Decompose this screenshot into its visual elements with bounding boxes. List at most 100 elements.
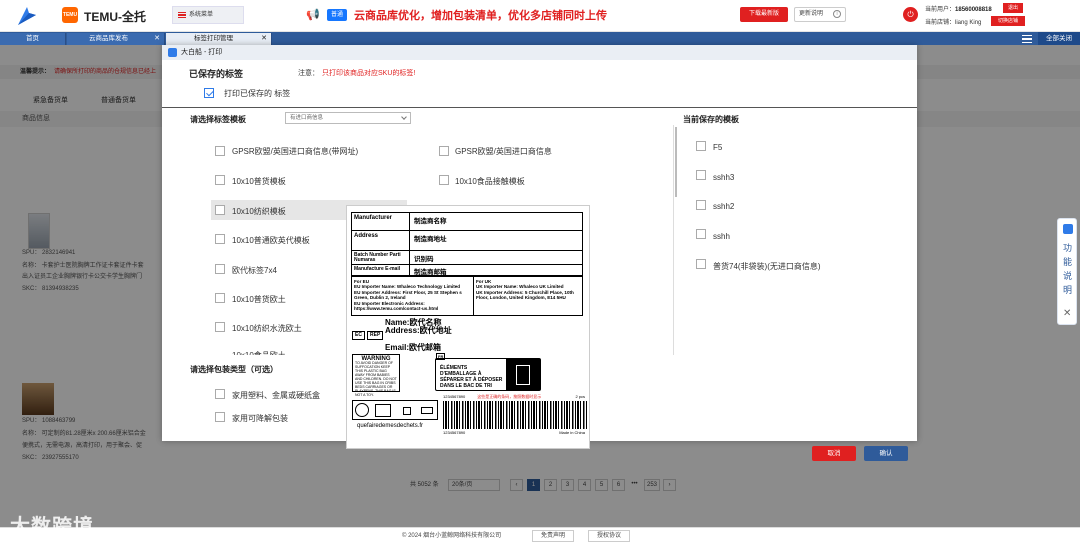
top-bar: TEMU TEMU-全托 系统菜单 📢 普通 云商品库优化，增加包装清单，优化多… [0, 0, 1080, 32]
recycle-bin-icon [506, 359, 540, 390]
disclaimer-button[interactable]: 免责声明 [532, 530, 575, 542]
print-saved-checkbox[interactable] [204, 88, 214, 98]
note-label: 注意： [298, 70, 319, 77]
row-value: 制造商名称 [414, 218, 447, 225]
template-checkbox[interactable] [215, 293, 225, 303]
template-checkbox[interactable] [215, 175, 225, 185]
tab-bar: 首页 云商品库发布 ✕ 标签打印管理 ✕ [0, 32, 1080, 45]
template-checkbox[interactable] [215, 146, 225, 156]
template-option[interactable]: 10x10食品欧土 [232, 350, 286, 355]
current-shop-label: 当前店铺： [925, 20, 956, 26]
template-option[interactable]: 10x10纺织模板 [232, 206, 286, 217]
current-user-label: 当前用户： [925, 7, 956, 13]
saved-template-checkbox[interactable] [696, 200, 706, 210]
template-type-select[interactable]: 有进口商信息 [285, 112, 411, 124]
user-avatar[interactable]: ⏻ [903, 7, 918, 22]
close-icon[interactable]: ✕ [1063, 308, 1071, 319]
eu-importer-text: For EU EU Importer Name: Whaleco Technol… [352, 277, 474, 315]
system-menu-button[interactable]: 系统菜单 [172, 6, 244, 24]
template-option[interactable]: GPSR欧盟/英国进口商信息(带网址) [232, 146, 358, 157]
current-user: 当前用户：18560008818 [925, 4, 992, 13]
update-notes-label: 更新说明 [799, 11, 824, 17]
warning-text: TO AVOID DANGER OF SUFFOCATION KEEP THIS… [355, 361, 397, 397]
barcode-number: 1234567890 [443, 394, 466, 399]
packaging-checkbox[interactable] [215, 412, 225, 422]
row-key: Address [352, 231, 410, 250]
saved-template-option[interactable]: F5 [713, 143, 722, 152]
barcode-block: 1234567890 这些是正确的条码，按照数据时显示 2 pcs 12345678… [443, 394, 587, 442]
temu-logo: TEMU [62, 7, 78, 23]
saved-template-checkbox[interactable] [696, 170, 706, 180]
template-option[interactable]: 10x10纺织水洗欧土 [232, 323, 302, 334]
manufacturer-table: Manufacturer 制造商名称 Address 制造商地址 Batch N… [351, 212, 583, 276]
template-checkbox[interactable] [439, 146, 449, 156]
saved-template-checkbox[interactable] [696, 141, 706, 151]
row-value: 制造商邮箱 [414, 269, 447, 276]
template-checkbox[interactable] [215, 234, 225, 244]
template-option[interactable]: 10x10普通欧英代模板 [232, 235, 310, 246]
template-option[interactable]: 10x10普货模板 [232, 176, 286, 187]
barcode-bars [443, 401, 587, 429]
close-icon[interactable]: ✕ [261, 33, 267, 45]
current-saved-title: 当前保存的模板 [683, 115, 739, 124]
saved-labels-title: 已保存的标签 [189, 69, 244, 79]
feature-help-panel[interactable]: 功能说明 ✕ [1057, 218, 1077, 325]
close-icon[interactable]: ✕ [154, 33, 160, 45]
feature-help-text[interactable]: 功能说明 [1063, 241, 1073, 297]
saved-template-option[interactable]: sshh [713, 232, 730, 241]
tab-label-print[interactable]: 标签打印管理 ✕ [166, 33, 272, 45]
announcement-text[interactable]: 云商品库优化，增加包装清单，优化多店铺同时上传 [354, 7, 607, 23]
watermark: 大数跨境 [10, 516, 94, 538]
saved-template-checkbox[interactable] [696, 259, 706, 269]
saved-template-option[interactable]: sshh2 [713, 202, 734, 211]
template-option[interactable]: 10x10食品接触模板 [455, 176, 525, 187]
template-option[interactable]: GPSR欧盟/英国进口商信息 [455, 146, 552, 157]
download-latest-button[interactable]: 下载最新版 [740, 7, 788, 22]
copyright-text: © 2024 烟台小蓝鲸网络科技有限公司 [402, 533, 502, 539]
packaging-option[interactable]: 家用塑料、金属或硬纸盒 [232, 390, 320, 401]
switch-shop-button[interactable]: 切换店铺 [991, 16, 1025, 26]
footer: © 2024 烟台小蓝鲸网络科技有限公司 免责声明 授权协议 [0, 527, 1080, 544]
ec-email: Email:欧代邮箱 [385, 343, 442, 352]
made-in-text: Made in China [559, 430, 585, 435]
triman-icon [355, 403, 369, 417]
barcode-red-note: 这些是正确的条码，按照数据时显示 [477, 394, 542, 399]
recycling-url: quefairedemesdechets.fr [357, 423, 424, 429]
saved-template-option[interactable]: 普货74(非袋装)(无进口商信息) [713, 261, 821, 272]
template-checkbox[interactable] [215, 264, 225, 274]
barcode-number: 1234567890 [443, 430, 466, 435]
row-key: Batch Number Parti Numaras [352, 251, 410, 264]
tab-home[interactable]: 首页 [0, 33, 66, 45]
table-row: Address 制造商地址 [352, 231, 582, 251]
cancel-button[interactable]: 取消 [812, 446, 856, 461]
template-checkbox[interactable] [215, 205, 225, 215]
close-all-tabs-button[interactable]: 全部关闭 [1038, 32, 1080, 45]
template-option[interactable]: 10x10普货欧土 [232, 294, 286, 305]
tab-list-icon[interactable] [1022, 35, 1032, 43]
print-saved-label[interactable]: 打印已保存的 标签 [224, 88, 290, 99]
row-value: 识别码 [414, 256, 434, 263]
tab-cloud-publish[interactable]: 云商品库发布 ✕ [67, 33, 165, 45]
template-list-scrollbar[interactable] [675, 127, 677, 197]
app-icon [1063, 224, 1073, 234]
dialog-title-bar: 大白船 - 打印 [162, 45, 917, 60]
barcode-qty: 2 pcs [575, 394, 585, 399]
template-checkbox[interactable] [215, 322, 225, 332]
row-key: Manufacturer [352, 213, 410, 230]
column-divider [673, 125, 674, 355]
update-notes-button[interactable]: 更新说明 i [794, 7, 846, 22]
divider [162, 107, 917, 108]
template-type-value: 有进口商信息 [290, 115, 324, 121]
template-checkbox[interactable] [439, 175, 449, 185]
license-button[interactable]: 授权协议 [588, 530, 631, 542]
packaging-option[interactable]: 家用可降解包装 [232, 413, 288, 424]
info-icon: i [833, 10, 841, 18]
saved-template-checkbox[interactable] [696, 229, 706, 239]
app-title: TEMU-全托 [84, 10, 146, 24]
logout-button[interactable]: 退出 [1003, 3, 1023, 13]
confirm-button[interactable]: 确认 [864, 446, 908, 461]
saved-template-option[interactable]: sshh3 [713, 173, 734, 182]
packaging-checkbox[interactable] [215, 389, 225, 399]
template-option[interactable]: 欧代标签7x4 [232, 265, 277, 276]
uk-importer-text: For UK UK Importer Name: Whaleco UK Limi… [476, 279, 574, 301]
